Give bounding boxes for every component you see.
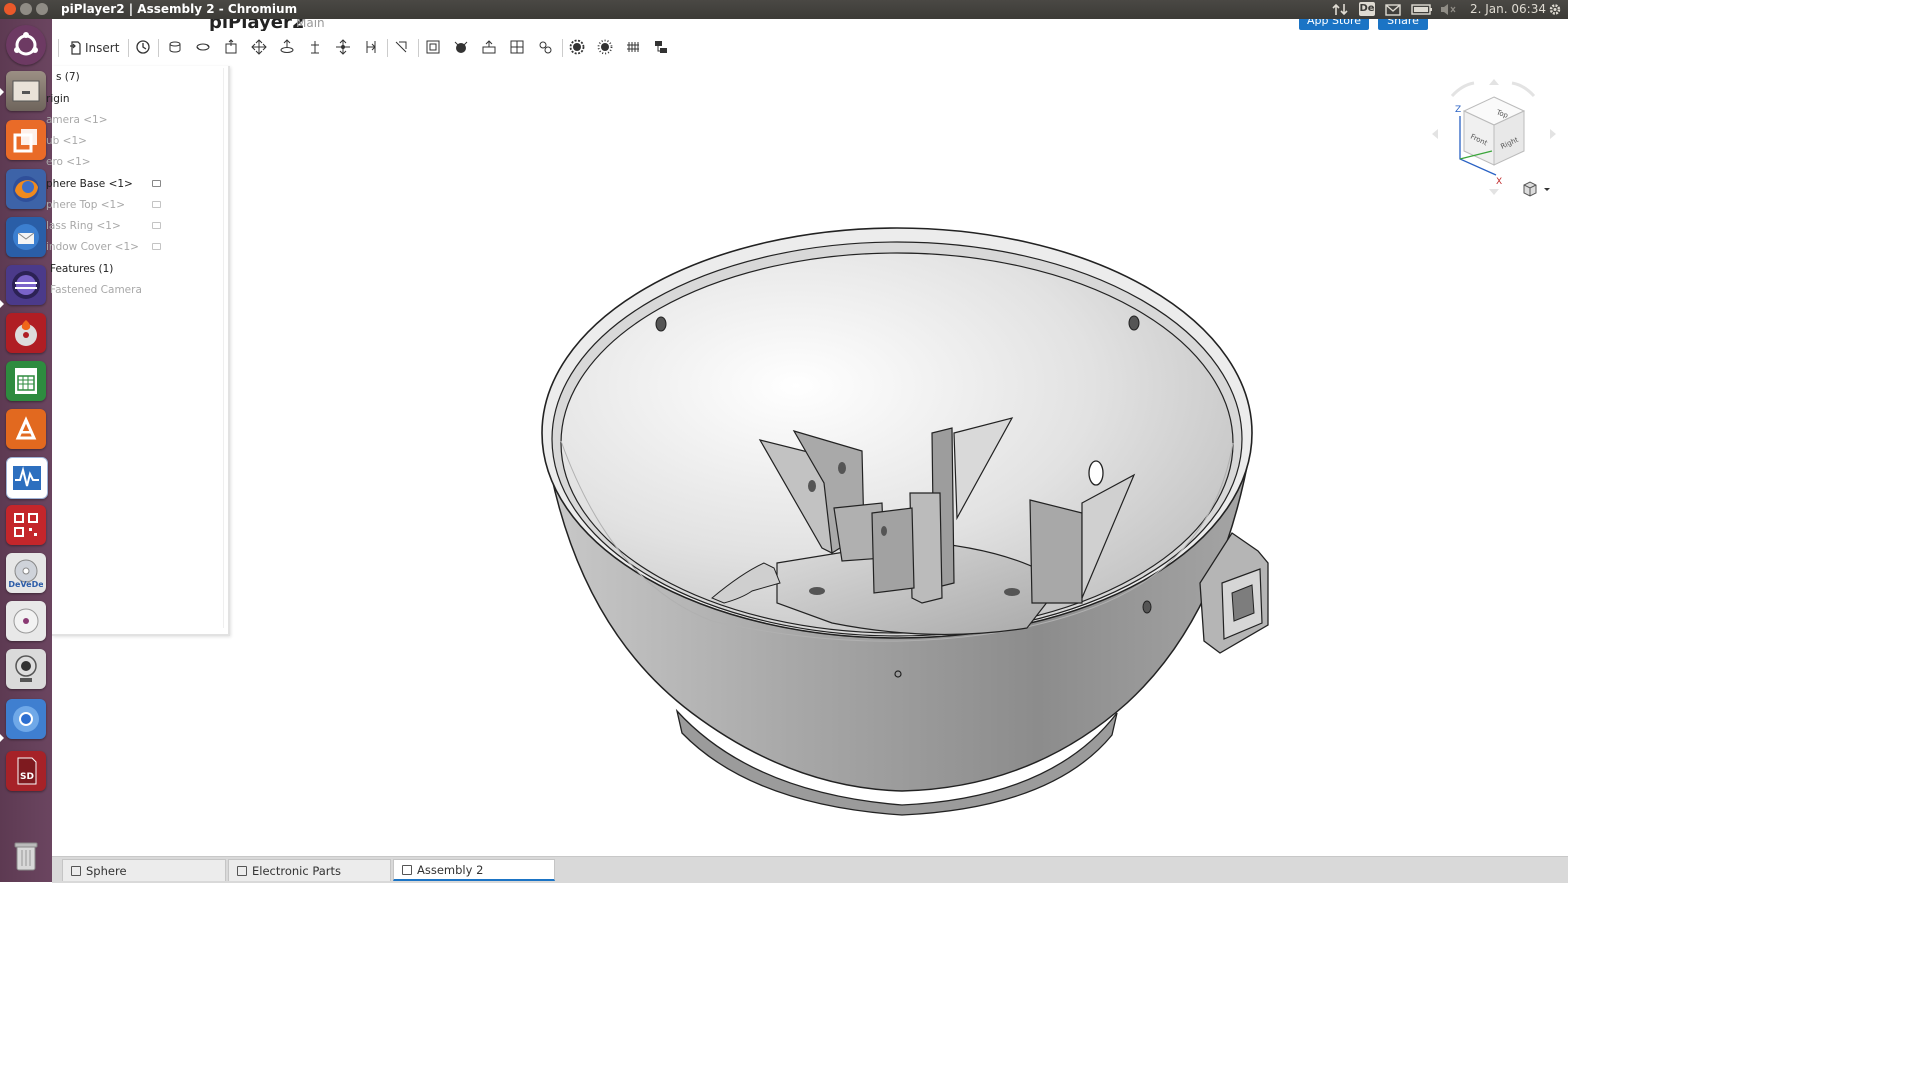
sd-card-icon[interactable]: SD: [6, 751, 46, 791]
trash-icon[interactable]: [6, 835, 46, 875]
software-center-icon[interactable]: [6, 409, 46, 449]
chevron-down-icon: [1544, 188, 1550, 191]
slider-mate-icon[interactable]: [222, 38, 240, 56]
fastened-mate-icon[interactable]: [166, 38, 184, 56]
keyboard-layout-indicator[interactable]: De: [1359, 2, 1375, 16]
linear-relation-icon[interactable]: [568, 38, 586, 56]
axis-x-label: X: [1496, 177, 1502, 187]
assembly-icon: [402, 864, 412, 875]
part-studio-icon: [237, 865, 247, 876]
window-title: piPlayer2 | Assembly 2 - Chromium: [61, 2, 298, 16]
toolbar-divider: [562, 39, 563, 57]
system-top-panel: piPlayer2 | Assembly 2 - Chromium De 2. …: [0, 0, 1568, 19]
measure-icon[interactable]: [652, 38, 670, 56]
assembly-toolbar: Insert: [52, 33, 1568, 63]
gear-relation-icon[interactable]: [480, 38, 498, 56]
system-settings-gear-icon[interactable]: [1547, 2, 1563, 17]
view-cube[interactable]: Top Front Right Z X: [1432, 79, 1556, 195]
tab-assembly-2[interactable]: Assembly 2: [393, 859, 555, 881]
battery-icon[interactable]: [1411, 2, 1433, 17]
running-indicator: [0, 88, 4, 96]
tangent-mate-icon[interactable]: [452, 38, 470, 56]
toolbar-divider: [158, 39, 159, 57]
unity-launcher: DeVeDe SD: [0, 19, 52, 882]
toolbar-divider: [128, 39, 129, 57]
mail-icon[interactable]: [1385, 2, 1401, 17]
audio-player-icon[interactable]: [6, 601, 46, 641]
toolbar-divider: [58, 39, 59, 57]
explode-icon[interactable]: [596, 38, 614, 56]
svg-text:DeVeDe: DeVeDe: [9, 580, 43, 589]
tab-electronic-parts[interactable]: Electronic Parts: [228, 859, 391, 881]
qr-code-icon[interactable]: [6, 505, 46, 545]
eclipse-icon[interactable]: [6, 265, 46, 305]
network-transfer-icon[interactable]: [1332, 2, 1348, 17]
insert-button[interactable]: Insert: [65, 37, 123, 59]
running-indicator: [0, 734, 4, 742]
axis-z-label: Z: [1455, 105, 1461, 115]
copy-tool-icon[interactable]: [6, 120, 46, 160]
part-studio-icon: [71, 865, 81, 876]
animate-icon[interactable]: [624, 38, 642, 56]
rack-pinion-icon[interactable]: [508, 38, 526, 56]
share-button[interactable]: Share: [1378, 19, 1428, 30]
burner-icon[interactable]: [6, 313, 46, 353]
mate-connector-icon[interactable]: [424, 38, 442, 56]
window-close-button[interactable]: [4, 3, 16, 15]
document-title[interactable]: piPlayer2: [209, 19, 304, 31]
window-minimize-button[interactable]: [20, 3, 32, 15]
firefox-icon[interactable]: [6, 169, 46, 209]
toolbar-divider: [418, 39, 419, 57]
pin-slot-mate-icon[interactable]: [306, 38, 324, 56]
devede-icon[interactable]: DeVeDe: [6, 553, 46, 593]
branch-name[interactable]: Main: [296, 19, 325, 30]
files-icon[interactable]: [6, 71, 46, 111]
screw-relation-icon[interactable]: [536, 38, 554, 56]
assembly-model[interactable]: Top Front Right Z X: [52, 63, 1568, 856]
toolbar-divider: [387, 39, 388, 57]
app-header: piPlayer2 Main App Store Share: [52, 19, 1568, 31]
revolute-mate-icon[interactable]: [194, 38, 212, 56]
running-indicator: [0, 300, 4, 308]
system-monitor-icon[interactable]: [6, 457, 48, 499]
view-options-dropdown[interactable]: [1523, 181, 1550, 197]
ball-mate-icon[interactable]: [334, 38, 352, 56]
chromium-icon[interactable]: [6, 699, 46, 739]
app-store-button[interactable]: App Store: [1299, 19, 1369, 30]
dash-home-icon[interactable]: [6, 25, 46, 65]
tab-sphere[interactable]: Sphere: [62, 859, 226, 881]
webcam-icon[interactable]: [6, 649, 46, 689]
thunderbird-icon[interactable]: [6, 217, 46, 257]
parallel-mate-icon[interactable]: [362, 38, 380, 56]
history-icon[interactable]: [134, 38, 152, 56]
insert-icon: [70, 41, 81, 55]
volume-muted-icon[interactable]: [1440, 2, 1456, 17]
group-icon[interactable]: [392, 38, 410, 56]
svg-text:SD: SD: [20, 772, 34, 782]
graphics-viewport[interactable]: Top Front Right Z X: [52, 63, 1568, 856]
panel-clock[interactable]: 2. Jan. 06:34: [1470, 0, 1546, 19]
cylindrical-mate-icon[interactable]: [278, 38, 296, 56]
window-maximize-button[interactable]: [36, 3, 48, 15]
planar-mate-icon[interactable]: [250, 38, 268, 56]
document-tab-bar: Sphere Electronic Parts Assembly 2: [52, 856, 1568, 883]
spreadsheet-icon[interactable]: [6, 361, 46, 401]
